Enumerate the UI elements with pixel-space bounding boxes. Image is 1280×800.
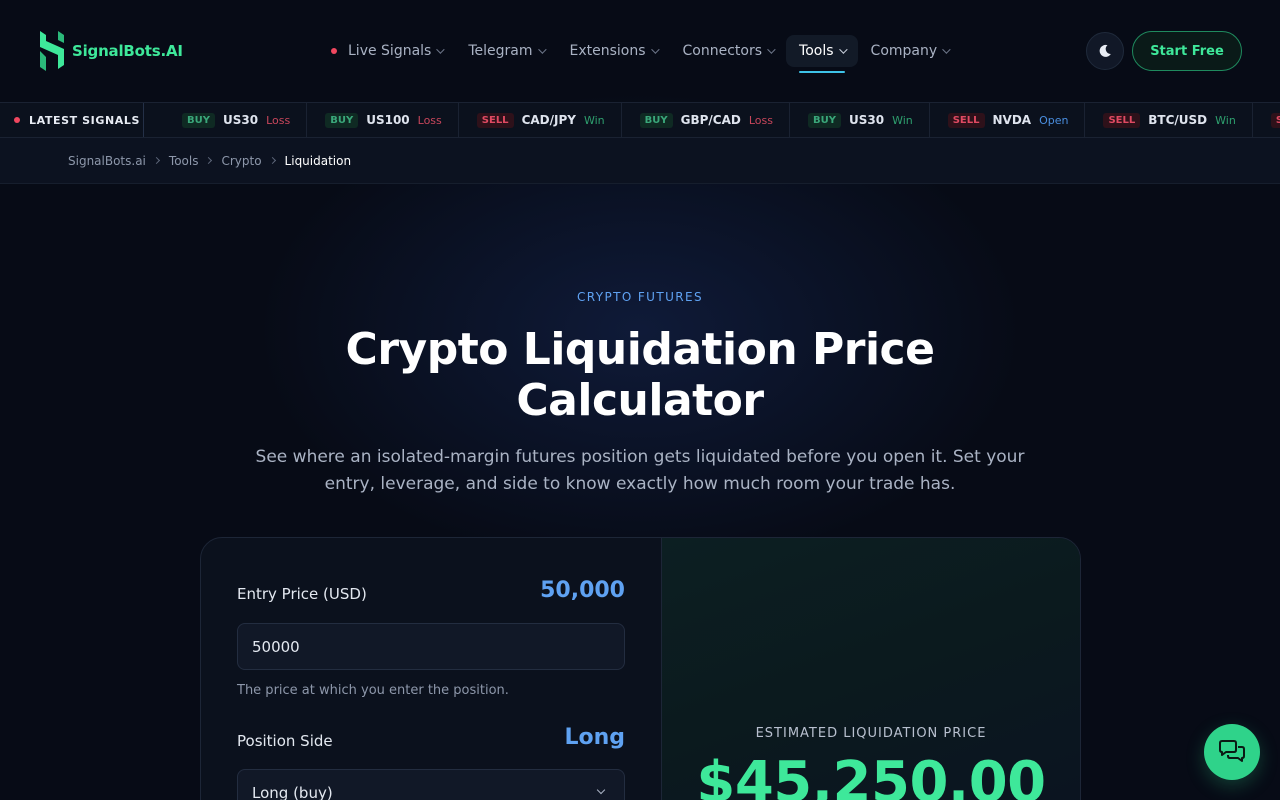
entry-price-input[interactable]: 50000 xyxy=(237,623,625,670)
signal-side-badge: SELL xyxy=(1103,112,1141,128)
chevron-right-icon xyxy=(268,156,276,165)
entry-price-display: 50,000 xyxy=(540,578,625,603)
nav-extensions[interactable]: Extensions xyxy=(557,35,670,67)
chevron-down-icon xyxy=(650,45,660,54)
entry-price-help: The price at which you enter the positio… xyxy=(237,683,509,698)
breadcrumb-crypto[interactable]: Crypto xyxy=(221,154,261,168)
theme-toggle-button[interactable] xyxy=(1086,32,1124,70)
nav-telegram[interactable]: Telegram xyxy=(455,35,556,67)
calculator-result: ESTIMATED LIQUIDATION PRICE $45,250.00 xyxy=(662,538,1080,800)
page-subtitle: See where an isolated-margin futures pos… xyxy=(255,447,1025,494)
position-side-label: Position Side xyxy=(237,732,333,750)
top-nav: SignalBots.AI Live Signals Telegram Exte… xyxy=(0,0,1280,102)
main-menu: Live Signals Telegram Extensions Connect… xyxy=(318,35,962,73)
ticker-item[interactable]: BUY US100 Loss xyxy=(307,103,459,137)
calculator-inputs: Entry Price (USD) 50,000 50000 The price… xyxy=(201,538,662,800)
chevron-down-icon xyxy=(537,45,547,54)
signal-result: Open xyxy=(1039,113,1069,127)
brand-name: SignalBots.AI xyxy=(72,42,183,60)
chevron-down-icon xyxy=(838,45,848,54)
chevron-down-icon xyxy=(436,45,446,54)
signal-side-badge: BUY xyxy=(807,112,841,128)
nav-tools[interactable]: Tools xyxy=(786,35,858,73)
ticker-item[interactable]: SELL BTC/USD Win xyxy=(1085,103,1253,137)
breadcrumb-home[interactable]: SignalBots.ai xyxy=(68,154,146,168)
nav-label: Extensions xyxy=(569,43,646,59)
entry-price-input-value: 50000 xyxy=(252,637,300,656)
result-label: ESTIMATED LIQUIDATION PRICE xyxy=(755,726,987,741)
signal-symbol: CAD/JPY xyxy=(521,113,576,127)
signal-symbol: US100 xyxy=(366,113,410,127)
signal-result: Win xyxy=(892,113,913,127)
chat-button[interactable] xyxy=(1204,724,1260,780)
start-free-button[interactable]: Start Free xyxy=(1132,31,1242,71)
position-side-select[interactable]: Long (buy) xyxy=(237,769,625,800)
calculator-card: Entry Price (USD) 50,000 50000 The price… xyxy=(200,537,1081,800)
ticker-items: BUY US30 Loss BUY US100 Loss SELL CAD/JPY Win BUY… xyxy=(144,103,1280,137)
signal-side-badge: BUY xyxy=(182,112,215,128)
chevron-right-icon xyxy=(152,156,160,165)
chevron-down-icon xyxy=(942,45,951,54)
signal-side-badge: BUY xyxy=(639,112,673,128)
signal-side-badge: SELL xyxy=(476,112,514,128)
signal-side-badge: SELL xyxy=(1270,112,1280,128)
position-side-selected: Long (buy) xyxy=(252,783,333,800)
signal-symbol: BTC/USD xyxy=(1148,113,1208,127)
signal-result: Loss xyxy=(266,113,291,127)
ticker-label-text: LATEST SIGNALS xyxy=(29,113,141,127)
live-dot-icon xyxy=(14,117,20,123)
signal-result: Loss xyxy=(748,113,773,127)
ticker-item[interactable]: BUY US30 Win xyxy=(790,103,930,137)
liquidation-price-value: $45,250.00 xyxy=(696,750,1046,800)
position-side-display: Long xyxy=(564,725,625,750)
nav-label: Tools xyxy=(799,43,834,59)
live-dot-icon xyxy=(331,48,337,54)
signal-symbol: GBP/CAD xyxy=(680,113,741,127)
breadcrumb: SignalBots.ai Tools Crypto Liquidation xyxy=(0,138,1280,184)
nav-label: Company xyxy=(870,43,938,59)
entry-price-label: Entry Price (USD) xyxy=(237,585,367,603)
signal-symbol: US30 xyxy=(848,113,885,127)
breadcrumb-current: Liquidation xyxy=(284,153,352,168)
signalbots-logo-icon xyxy=(40,31,64,71)
signal-side-badge: BUY xyxy=(325,112,359,128)
chat-bubbles-icon xyxy=(1219,740,1245,762)
signal-result: Win xyxy=(583,113,605,127)
nav-label: Live Signals xyxy=(348,43,432,59)
nav-label: Connectors xyxy=(682,43,763,59)
signal-symbol: NVDA xyxy=(992,113,1032,127)
signal-result: Loss xyxy=(417,113,442,127)
ticker-item[interactable]: SELL xyxy=(1253,103,1280,137)
ticker-label: LATEST SIGNALS xyxy=(0,103,144,137)
signals-ticker: LATEST SIGNALS BUY US30 Loss BUY US100 Loss SE… xyxy=(0,102,1280,138)
nav-connectors[interactable]: Connectors xyxy=(670,35,787,67)
ticker-item[interactable]: SELL CAD/JPY Win xyxy=(459,103,622,137)
signal-symbol: US30 xyxy=(222,113,259,127)
chevron-right-icon xyxy=(205,156,213,165)
moon-icon xyxy=(1099,44,1111,57)
page-title: Crypto Liquidation Price Calculator xyxy=(345,324,935,426)
ticker-item[interactable]: BUY GBP/CAD Loss xyxy=(622,103,790,137)
nav-label: Telegram xyxy=(468,43,533,59)
hero-eyebrow: CRYPTO FUTURES xyxy=(576,290,704,304)
chevron-down-icon xyxy=(596,785,606,795)
signal-result: Win xyxy=(1215,113,1236,127)
ticker-item[interactable]: BUY US30 Loss xyxy=(166,103,308,137)
ticker-item[interactable]: SELL NVDA Open xyxy=(930,103,1086,137)
chevron-down-icon xyxy=(767,45,776,54)
breadcrumb-tools[interactable]: Tools xyxy=(169,154,199,168)
nav-live-signals[interactable]: Live Signals xyxy=(318,35,455,67)
nav-company[interactable]: Company xyxy=(858,35,962,67)
signal-side-badge: SELL xyxy=(947,112,985,128)
brand-logo[interactable]: SignalBots.AI xyxy=(36,29,183,73)
